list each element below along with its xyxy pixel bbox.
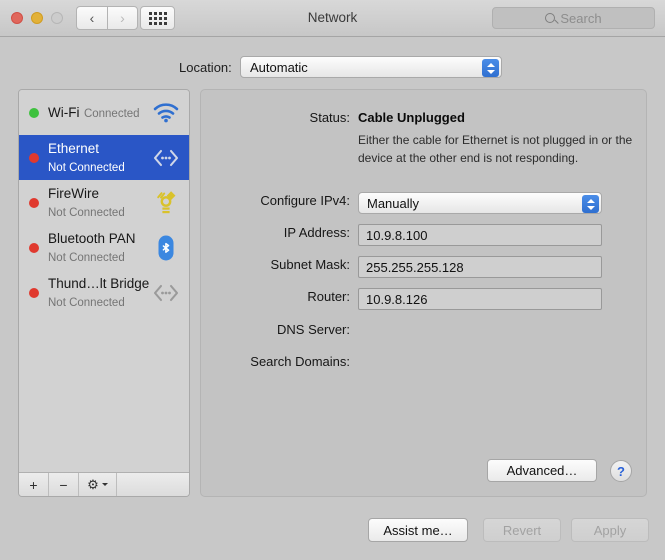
status-value: Cable Unplugged: [358, 110, 465, 125]
subnet-mask-label: Subnet Mask:: [201, 256, 358, 274]
chevron-down-icon: [102, 483, 108, 486]
search-icon: [545, 13, 555, 23]
service-name: Bluetooth PAN: [48, 231, 136, 246]
chevron-right-icon: ›: [120, 10, 125, 26]
ip-address-row: IP Address: 10.9.8.100: [201, 224, 646, 246]
revert-button: Revert: [483, 518, 561, 542]
add-service-button[interactable]: +: [19, 473, 49, 496]
configure-ipv4-stepper-icon[interactable]: [582, 195, 599, 213]
ip-address-label: IP Address:: [201, 224, 358, 242]
navigation-buttons: ‹ ›: [76, 6, 138, 30]
configure-ipv4-popup-button[interactable]: Manually: [358, 192, 602, 214]
status-indicator-dot: [29, 108, 39, 118]
configure-ipv4-value: Manually: [359, 196, 419, 211]
apply-button: Apply: [571, 518, 649, 542]
sidebar-toolbar: + − ⚙: [19, 472, 189, 496]
window-titlebar: ‹ › Network Search: [0, 0, 665, 37]
sidebar-item-thunderbolt-bridge[interactable]: Thund…lt Bridge Not Connected: [19, 270, 189, 315]
service-name: FireWire: [48, 186, 99, 201]
close-button[interactable]: [11, 12, 23, 24]
service-status: Not Connected: [48, 297, 125, 309]
grid-dots-icon: [149, 12, 167, 25]
chevron-up-icon: [587, 199, 595, 203]
chevron-down-icon: [487, 70, 495, 74]
sidebar-item-bluetooth-pan[interactable]: Bluetooth PAN Not Connected: [19, 225, 189, 270]
zoom-button-disabled: [51, 12, 63, 24]
chevron-left-icon: ‹: [90, 10, 95, 26]
window-footer: Assist me… Revert Apply: [0, 502, 665, 560]
service-name: Wi-Fi: [48, 105, 79, 120]
location-popup-button[interactable]: Automatic: [240, 56, 502, 78]
search-input[interactable]: Search: [492, 7, 655, 29]
ip-address-field[interactable]: 10.9.8.100: [358, 224, 602, 246]
show-all-button[interactable]: [140, 6, 175, 30]
ethernet-icon: [151, 143, 181, 173]
bluetooth-icon: [151, 233, 181, 263]
chevron-down-icon: [587, 206, 595, 210]
minus-icon: −: [59, 477, 67, 493]
back-button[interactable]: ‹: [76, 6, 107, 30]
location-stepper-icon[interactable]: [482, 59, 499, 77]
chevron-up-icon: [487, 63, 495, 67]
network-services-list: Wi-Fi Connected Ethernet Not Connect: [19, 90, 189, 468]
status-indicator-dot: [29, 153, 39, 163]
advanced-button[interactable]: Advanced…: [487, 459, 597, 482]
sidebar-item-wifi[interactable]: Wi-Fi Connected: [19, 90, 189, 135]
remove-service-button[interactable]: −: [49, 473, 79, 496]
router-field[interactable]: 10.9.8.126: [358, 288, 602, 310]
service-status: Not Connected: [48, 162, 125, 174]
status-row: Status: Cable Unplugged: [201, 109, 646, 127]
forward-button[interactable]: ›: [107, 6, 138, 30]
help-button[interactable]: ?: [610, 460, 632, 482]
service-detail-panel: Status: Cable Unplugged Either the cable…: [200, 89, 647, 497]
sidebar-item-ethernet[interactable]: Ethernet Not Connected: [19, 135, 189, 180]
ethernet-icon: [151, 278, 181, 308]
service-status: Not Connected: [48, 252, 125, 264]
status-description: Either the cable for Ethernet is not plu…: [358, 133, 632, 165]
service-actions-button[interactable]: ⚙: [79, 473, 117, 496]
wifi-icon: [151, 98, 181, 128]
sidebar-item-firewire[interactable]: FireWire Not Connected: [19, 180, 189, 225]
router-row: Router: 10.9.8.126: [201, 288, 646, 310]
search-domains-row: Search Domains:: [201, 353, 646, 371]
traffic-light-controls: [11, 12, 63, 24]
location-row: Location: Automatic: [0, 56, 665, 78]
configure-ipv4-row: Configure IPv4: Manually: [201, 192, 646, 214]
network-preferences-window: ‹ › Network Search Location: Automatic: [0, 0, 665, 560]
location-label: Location:: [179, 60, 232, 75]
plus-icon: +: [29, 477, 37, 493]
assist-me-button[interactable]: Assist me…: [368, 518, 468, 542]
configure-ipv4-label: Configure IPv4:: [201, 192, 358, 210]
minimize-button[interactable]: [31, 12, 43, 24]
router-label: Router:: [201, 288, 358, 306]
subnet-mask-row: Subnet Mask: 255.255.255.128: [201, 256, 646, 278]
dns-server-row: DNS Server:: [201, 321, 646, 339]
service-name: Ethernet: [48, 141, 99, 156]
service-status: Not Connected: [48, 207, 125, 219]
service-name: Thund…lt Bridge: [48, 276, 149, 291]
subnet-mask-field[interactable]: 255.255.255.128: [358, 256, 602, 278]
firewire-icon: [151, 188, 181, 218]
dns-server-label: DNS Server:: [201, 321, 358, 339]
search-domains-label: Search Domains:: [201, 353, 358, 371]
status-indicator-dot: [29, 288, 39, 298]
status-indicator-dot: [29, 243, 39, 253]
location-value: Automatic: [241, 60, 308, 75]
status-description-row: Either the cable for Ethernet is not plu…: [201, 131, 646, 167]
network-services-sidebar: Wi-Fi Connected Ethernet Not Connect: [18, 89, 190, 497]
status-indicator-dot: [29, 198, 39, 208]
status-label: Status:: [201, 109, 358, 127]
gear-icon: ⚙: [87, 478, 99, 491]
sidebar-toolbar-spacer: [117, 473, 189, 496]
service-status: Connected: [84, 108, 140, 120]
question-mark-icon: ?: [617, 464, 625, 479]
search-placeholder: Search: [560, 11, 601, 26]
